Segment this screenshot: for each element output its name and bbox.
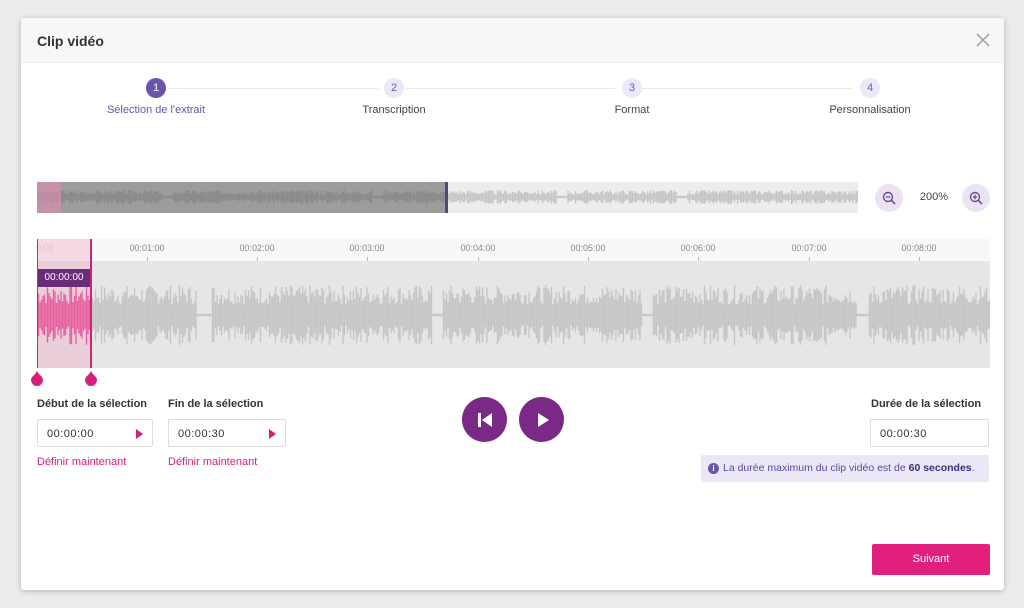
step-label: Sélection de l'extrait (106, 104, 206, 116)
tick-label: 00:06:00 (680, 243, 716, 253)
step-label: Format (614, 104, 650, 116)
play-icon (537, 412, 549, 427)
overview-visible-window[interactable] (37, 182, 447, 213)
notice-suffix: . (971, 462, 975, 474)
end-label: Fin de la sélection (168, 398, 264, 410)
step-personnalisation[interactable]: 4 Personnalisation (770, 78, 970, 116)
dialog-title: Clip vidéo (37, 33, 104, 49)
zoom-in-icon (969, 191, 983, 205)
tick-label: 00:07:00 (791, 243, 827, 253)
zoom-level: 200% (919, 191, 949, 203)
notice-bold: 60 secondes (908, 462, 972, 474)
skip-back-icon (477, 412, 492, 427)
notice-prefix: La durée maximum du clip vidéo est de (723, 462, 909, 474)
tick-label: 00:04:00 (460, 243, 496, 253)
tick-label: 00:05:00 (570, 243, 606, 253)
timeline-editor[interactable]: 0:00 00:01:00 00:02:00 00:03:00 00:04:00… (31, 239, 990, 389)
step-number: 1 (146, 78, 166, 98)
zoom-out-icon (882, 191, 896, 205)
waveform-bars (91, 285, 990, 345)
skip-back-button[interactable] (462, 397, 507, 442)
dialog-header: Clip vidéo (21, 18, 1004, 63)
zoom-in-button[interactable] (962, 184, 990, 212)
step-selection[interactable]: 1 Sélection de l'extrait (56, 78, 256, 116)
start-time-value: 00:00:00 (47, 428, 94, 440)
play-icon[interactable] (136, 429, 143, 439)
end-handle-pin[interactable] (84, 370, 98, 386)
stepper: 1 Sélection de l'extrait 2 Transcription… (21, 78, 1004, 128)
selection-start-line (37, 239, 38, 368)
end-time-input[interactable]: 00:00:30 (168, 419, 286, 447)
set-end-now-link[interactable]: Définir maintenant (168, 456, 257, 468)
close-icon[interactable] (976, 33, 990, 47)
tick-label: 00:08:00 (901, 243, 937, 253)
duration-value: 00:00:30 (880, 428, 927, 440)
step-number: 2 (384, 78, 404, 98)
step-transcription[interactable]: 2 Transcription (294, 78, 494, 116)
duration-label: Durée de la sélection (871, 398, 982, 410)
time-ruler: 0:00 00:01:00 00:02:00 00:03:00 00:04:00… (36, 239, 990, 261)
step-number: 4 (860, 78, 880, 98)
max-duration-notice: i La durée maximum du clip vidéo est de … (701, 455, 989, 482)
clip-video-dialog: Clip vidéo 1 Sélection de l'extrait 2 Tr… (21, 18, 1004, 590)
zoom-out-button[interactable] (875, 184, 903, 212)
tick-label: 00:01:00 (129, 243, 165, 253)
info-icon: i (708, 463, 719, 474)
set-start-now-link[interactable]: Définir maintenant (37, 456, 126, 468)
step-label: Personnalisation (829, 104, 911, 116)
step-format[interactable]: 3 Format (532, 78, 732, 116)
tick-label: 00:02:00 (239, 243, 275, 253)
next-button[interactable]: Suivant (872, 544, 990, 575)
notice-text: La durée maximum du clip vidéo est de 60… (723, 462, 975, 474)
selection-region[interactable] (37, 239, 92, 368)
audio-waveform (37, 285, 990, 345)
overview-window-handle[interactable] (445, 182, 448, 213)
current-time-badge: 00:00:00 (38, 269, 90, 287)
step-label: Transcription (362, 104, 426, 116)
start-label: Début de la sélection (37, 398, 148, 410)
waveform[interactable] (37, 261, 990, 368)
tick-label: 00:03:00 (349, 243, 385, 253)
play-button[interactable] (519, 397, 564, 442)
end-time-value: 00:00:30 (178, 428, 225, 440)
start-time-input[interactable]: 00:00:00 (37, 419, 153, 447)
overview-selection (37, 182, 61, 213)
waveform-overview[interactable] (37, 182, 858, 213)
duration-input[interactable]: 00:00:30 (870, 419, 989, 447)
start-handle-pin[interactable] (30, 370, 44, 386)
play-icon[interactable] (269, 429, 276, 439)
step-number: 3 (622, 78, 642, 98)
